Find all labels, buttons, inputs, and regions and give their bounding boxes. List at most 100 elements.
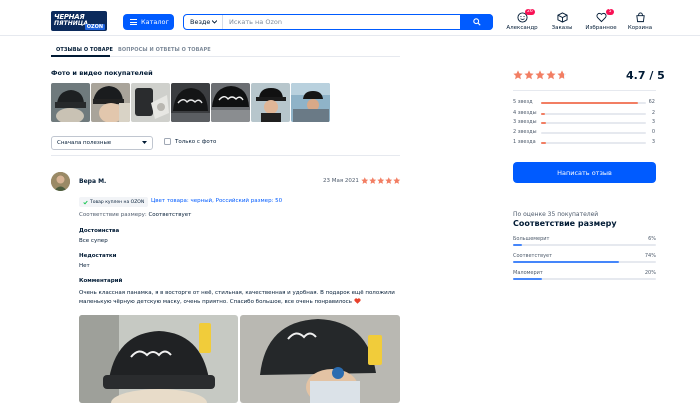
rating-row-count: 2 (651, 110, 655, 116)
search-button[interactable] (460, 13, 493, 30)
rating-bar-fill (541, 112, 546, 115)
purchase-badge-text: Товар куплен на OZON (90, 199, 145, 205)
rating-bar-fill (541, 101, 638, 104)
search-icon (472, 17, 481, 26)
customer-photo-thumb[interactable] (91, 83, 130, 122)
rating-bar-fill (541, 121, 547, 124)
customer-photo-thumb[interactable] (211, 83, 250, 122)
nav-label: Избранное (585, 25, 617, 31)
only-photo-checkbox[interactable] (164, 138, 171, 145)
star-icon (546, 70, 556, 80)
size-fit-subtitle: По оценке 35 покупателей (513, 211, 599, 218)
chevron-down-icon (212, 20, 217, 24)
logo-brand: OZON (84, 24, 105, 30)
rating-row-label: 1 звезда (513, 139, 536, 145)
size-fit-bar-fill (513, 278, 542, 280)
menu-icon (130, 19, 137, 25)
nav-label: Александр (506, 25, 538, 31)
size-fit-row-true: Соответствует 74% (513, 253, 656, 266)
check-icon (83, 200, 88, 205)
rating-row-5[interactable]: 5 звезд 62 (513, 98, 656, 106)
sort-value: Сначала полезные (57, 140, 112, 146)
customer-photo-thumb[interactable] (251, 83, 290, 122)
nav-favorites[interactable]: 5 Избранное (581, 9, 621, 34)
review-photo[interactable] (240, 315, 400, 403)
box-icon (556, 12, 568, 23)
profile-badge: 26 (525, 9, 535, 15)
size-fit-row-pct: 20% (644, 270, 656, 276)
size-fit-bar-track (513, 261, 656, 263)
favorites-badge: 5 (606, 9, 614, 15)
size-fit-bar-fill (513, 244, 522, 246)
tab-questions[interactable]: ВОПРОСЫ И ОТВЕТЫ О ТОВАРЕ (118, 47, 211, 53)
search-scope-select[interactable]: Везде (184, 15, 223, 29)
size-fit-row-small: Маломерит 20% (513, 270, 656, 283)
nav-label: Заказы (551, 25, 573, 31)
star-icon (385, 177, 393, 184)
star-icon (377, 177, 385, 184)
product-variant-link[interactable]: Цвет товара: черный, Российский размер: … (151, 198, 282, 204)
size-fit-bar-track (513, 244, 656, 246)
cart-icon (635, 12, 645, 23)
avatar[interactable] (51, 172, 70, 191)
comment-label: Комментарий (79, 278, 123, 284)
only-photo-filter[interactable]: Только с фото (164, 138, 216, 145)
search-bar: Везде (183, 13, 493, 30)
star-half-icon (557, 70, 567, 80)
size-fit-row: Соответствие размеру: Соответствует (79, 212, 191, 218)
rating-row-2[interactable]: 2 звезды 0 (513, 128, 656, 136)
rating-row-count: 3 (651, 139, 655, 145)
size-fit-label: Соответствие размеру: (79, 212, 147, 218)
heart-icon (596, 12, 606, 23)
nav-profile[interactable]: 26 Александр (502, 9, 542, 34)
black-friday-logo[interactable]: ЧЕРНАЯ ПЯТНИЦА OZON (51, 11, 107, 31)
cons-label: Недостатки (79, 253, 117, 259)
top-header: ЧЕРНАЯ ПЯТНИЦА OZON Каталог Везде 26 Але… (0, 0, 700, 36)
rating-row-4[interactable]: 4 звезды 2 (513, 109, 656, 117)
size-fit-row-pct: 74% (644, 253, 656, 259)
rating-row-1[interactable]: 1 звезда 3 (513, 138, 656, 146)
caret-down-icon (142, 141, 147, 144)
review-author[interactable]: Вера М. (79, 178, 106, 185)
rating-bar-track (541, 112, 646, 115)
rating-row-label: 2 звезды (513, 129, 537, 135)
customer-photo-thumb[interactable] (131, 83, 170, 122)
customer-photo-thumb[interactable] (171, 83, 210, 122)
rating-bar-track (541, 121, 646, 124)
nav-cart[interactable]: Корзина (620, 12, 660, 34)
rating-row-3[interactable]: 3 звезды 3 (513, 118, 656, 126)
customer-photo-thumb[interactable] (51, 83, 90, 122)
rating-bar-track (541, 141, 646, 144)
star-icon (535, 70, 545, 80)
rating-bar-track (541, 131, 646, 134)
star-icon (513, 70, 523, 80)
heart-emoji-icon (354, 297, 361, 304)
logo-line2: ПЯТНИЦА (54, 20, 88, 27)
star-icon (524, 70, 534, 80)
size-fit-row-label: Соответствует (513, 253, 553, 259)
star-icon (393, 177, 401, 184)
purchase-verified-badge: Товар куплен на OZON (79, 197, 149, 207)
rating-score: 4.7 / 5 (626, 69, 665, 82)
customer-photo-thumb[interactable] (291, 83, 330, 122)
nav-orders[interactable]: Заказы (542, 12, 582, 34)
active-tab-indicator (51, 55, 110, 57)
size-fit-row-label: Большемерит (513, 236, 550, 242)
review-tabs: ОТЗЫВЫ О ТОВАРЕ ВОПРОСЫ И ОТВЕТЫ О ТОВАР… (51, 44, 400, 57)
size-fit-row-pct: 6% (648, 236, 656, 242)
catalog-button[interactable]: Каталог (123, 14, 174, 30)
comment-text: Очень классная панамка, я в восторге от … (79, 289, 404, 306)
size-fit-bar-fill (513, 261, 619, 263)
photos-title: Фото и видео покупателей (51, 69, 153, 77)
size-fit-row-large: Большемерит 6% (513, 236, 656, 249)
tab-reviews[interactable]: ОТЗЫВЫ О ТОВАРЕ (56, 47, 113, 53)
sort-select[interactable]: Сначала полезные (51, 136, 153, 150)
filters-divider (51, 155, 400, 156)
rating-row-label: 3 звезды (513, 119, 537, 125)
review-photo[interactable] (79, 315, 238, 403)
customer-photos (51, 83, 330, 122)
write-review-button[interactable]: Написать отзыв (513, 162, 656, 183)
size-fit-row-label: Маломерит (513, 270, 543, 276)
pros-value: Все супер (79, 238, 108, 244)
search-input[interactable] (223, 15, 492, 29)
